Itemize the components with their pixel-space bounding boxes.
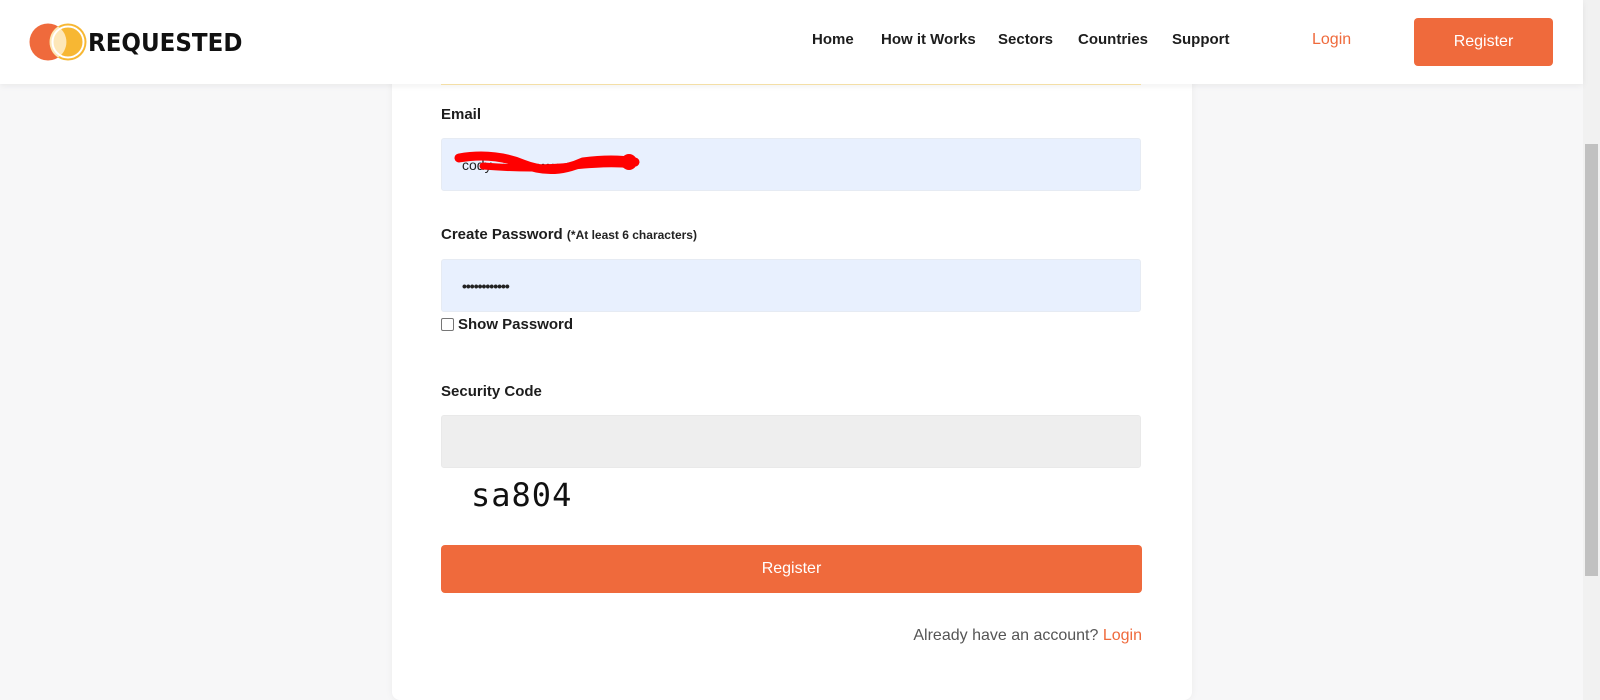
card-divider xyxy=(441,84,1141,85)
show-password-checkbox[interactable] xyxy=(441,318,454,331)
logo-text: REQUESTED xyxy=(88,27,243,57)
show-password-toggle[interactable]: Show Password xyxy=(441,316,573,333)
nav-how-it-works[interactable]: How it Works xyxy=(881,31,976,48)
register-button[interactable]: Register xyxy=(441,545,1142,593)
password-field[interactable]: •••••••••••• xyxy=(441,259,1141,312)
password-value: •••••••••••• xyxy=(462,277,510,294)
header-login-link[interactable]: Login xyxy=(1312,31,1351,49)
email-label: Email xyxy=(441,106,482,123)
nav-countries[interactable]: Countries xyxy=(1078,31,1148,48)
nav-sectors[interactable]: Sectors xyxy=(998,31,1053,48)
page-scrollbar[interactable] xyxy=(1583,0,1600,700)
login-prompt-text: Already have an account? xyxy=(913,627,1099,644)
show-password-label: Show Password xyxy=(458,316,574,333)
login-prompt: Already have an account? Login xyxy=(913,627,1142,645)
redaction-mark xyxy=(454,151,640,174)
captcha-image: sa804 xyxy=(471,476,573,514)
password-label-text: Create Password xyxy=(441,226,563,243)
nav-support[interactable]: Support xyxy=(1172,31,1230,48)
security-code-label: Security Code xyxy=(441,383,542,400)
site-header: REQUESTED Home How it Works Sectors Coun… xyxy=(0,0,1583,84)
login-link[interactable]: Login xyxy=(1103,627,1142,644)
header-register-button[interactable]: Register xyxy=(1414,18,1553,66)
logo[interactable]: REQUESTED xyxy=(28,22,256,62)
password-label: Create Password (*At least 6 characters) xyxy=(441,226,697,243)
security-code-input[interactable] xyxy=(441,415,1141,468)
nav-home[interactable]: Home xyxy=(812,31,854,48)
scrollbar-thumb[interactable] xyxy=(1585,144,1598,576)
logo-icon xyxy=(29,23,87,61)
password-hint: (*At least 6 characters) xyxy=(566,228,697,242)
